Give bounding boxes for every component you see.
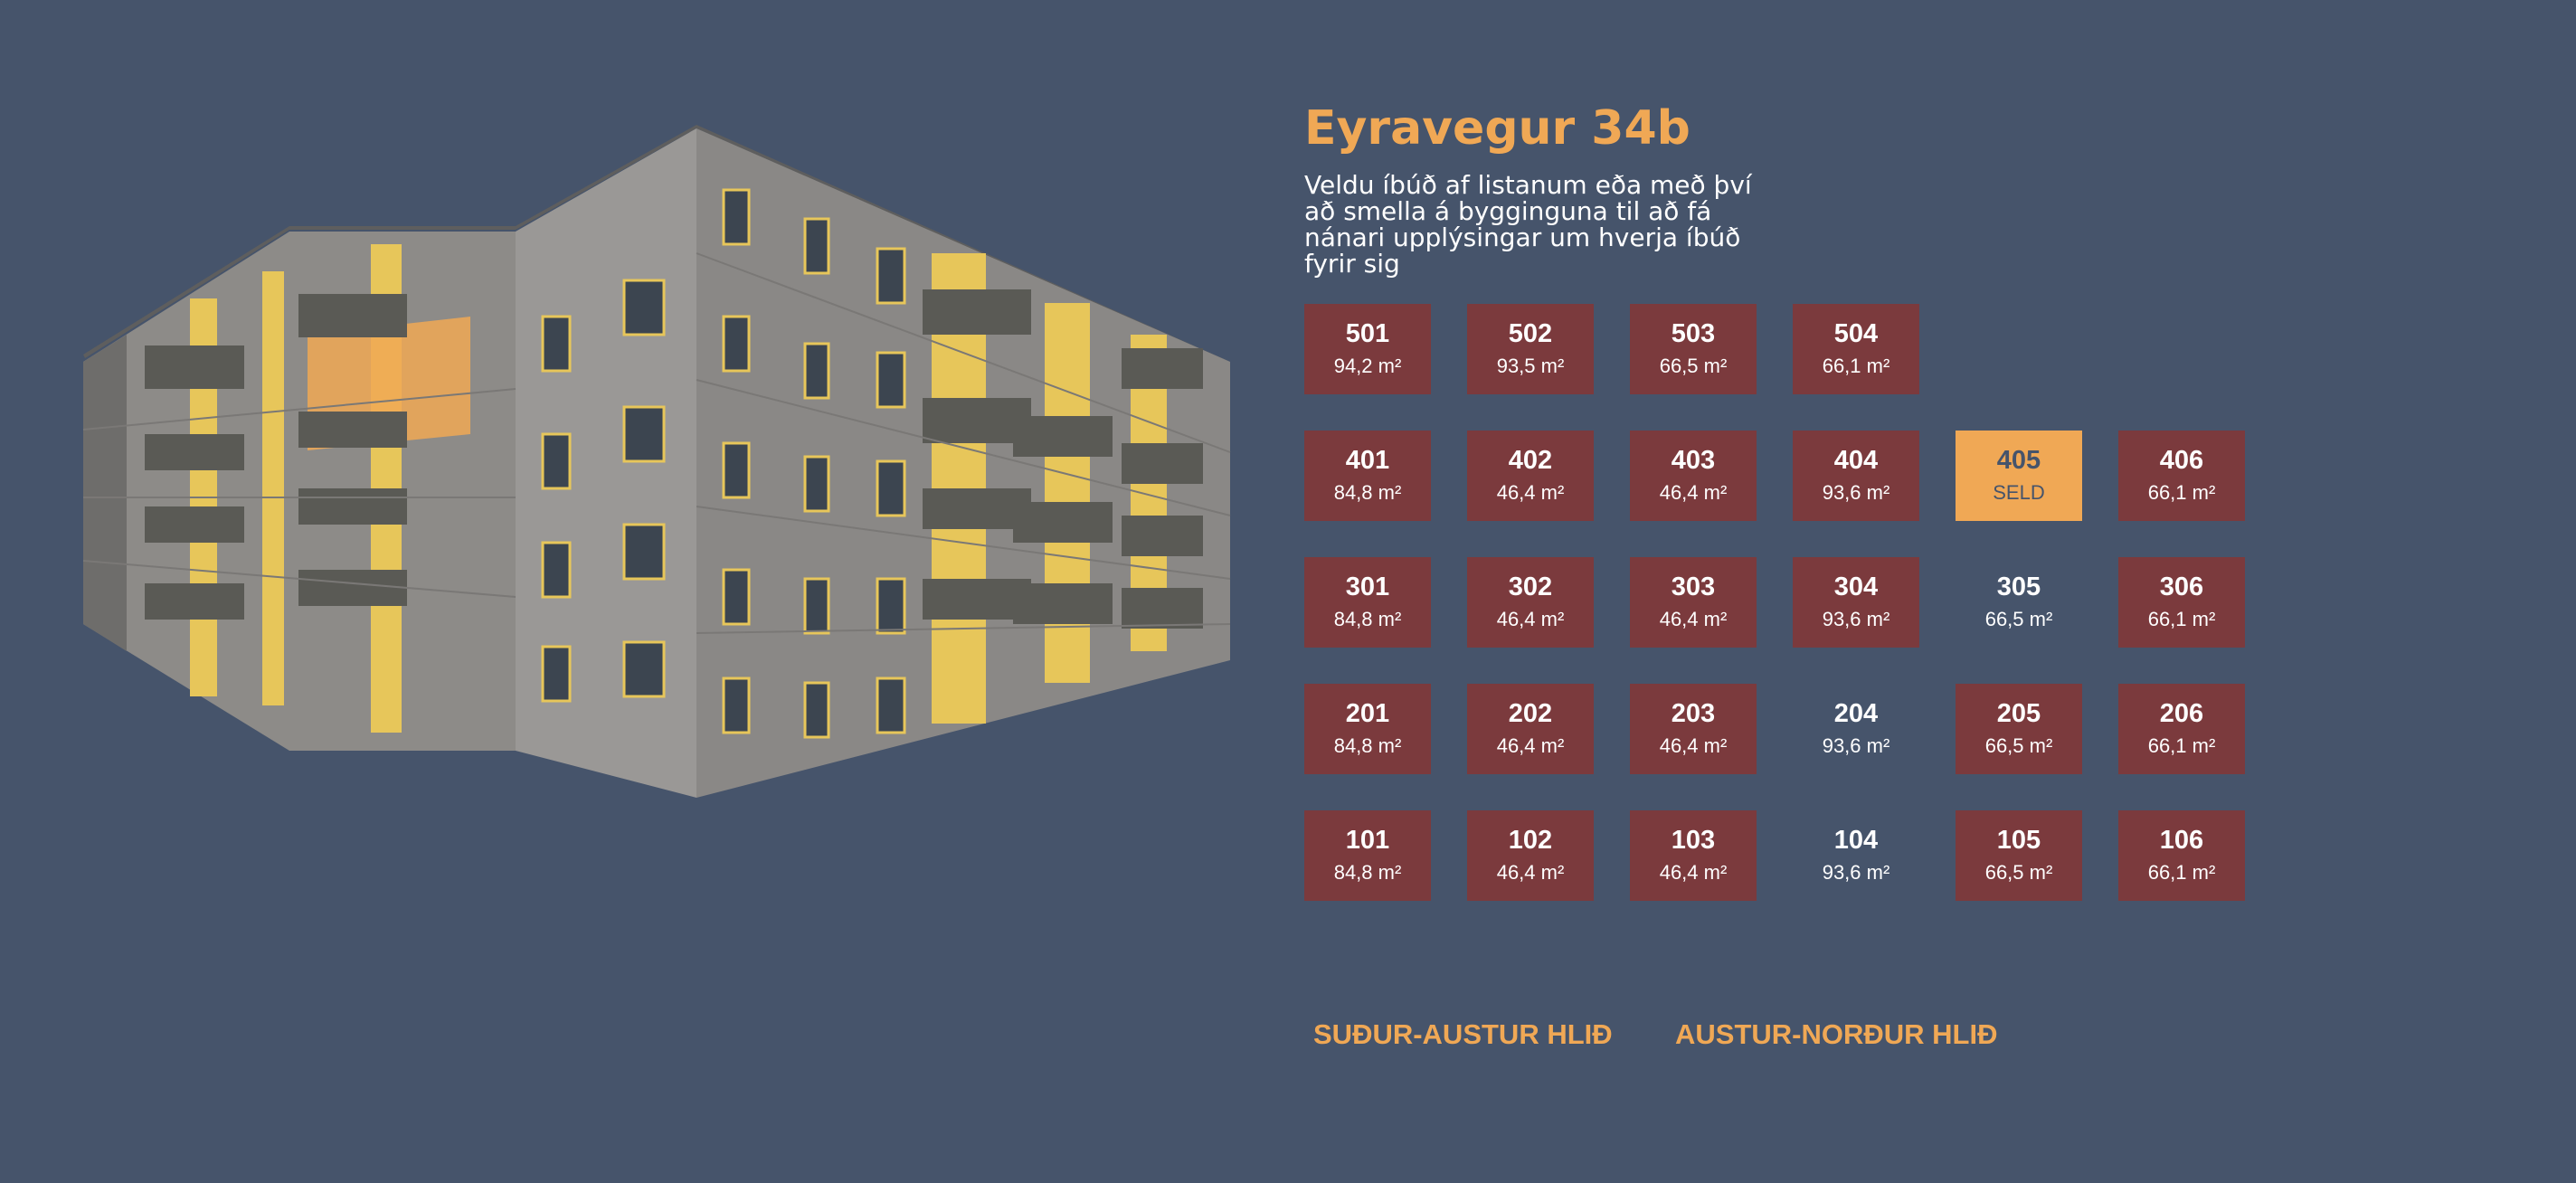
- apartment-size: 46,4 m²: [1496, 861, 1565, 884]
- apartment-size: 46,4 m²: [1659, 608, 1728, 630]
- apartment-size: 46,4 m²: [1496, 481, 1565, 504]
- apartment-number: 401: [1345, 446, 1390, 475]
- apartment-302[interactable]: 302 46,4 m²: [1467, 557, 1594, 648]
- apartment-403[interactable]: 403 46,4 m²: [1630, 431, 1757, 521]
- apartment-number: 404: [1833, 446, 1879, 475]
- apartment-203[interactable]: 203 46,4 m²: [1630, 684, 1757, 774]
- apartment-number: 502: [1508, 319, 1553, 348]
- apartment-size: 93,6 m²: [1822, 481, 1890, 504]
- apartment-number: 301: [1345, 573, 1390, 601]
- apartment-number: 105: [1996, 826, 2041, 855]
- page-subtitle: Veldu íbúð af listanum eða með því að sm…: [1304, 170, 1752, 279]
- apartment-number: 402: [1508, 446, 1553, 475]
- apartment-size: 66,5 m²: [1984, 734, 2053, 757]
- apartment-number: 306: [2159, 573, 2204, 601]
- apartment-size: 66,5 m²: [1984, 861, 2053, 884]
- apartment-number: 102: [1508, 826, 1553, 855]
- apartment-205[interactable]: 205 66,5 m²: [1956, 684, 2082, 774]
- apartment-number: 504: [1833, 319, 1879, 348]
- apartment-size: 46,4 m²: [1496, 608, 1565, 630]
- page-title: Eyravegur 34b: [1304, 101, 1690, 156]
- apartment-501[interactable]: 501 94,2 m²: [1304, 304, 1431, 394]
- apartment-size: 66,5 m²: [1984, 608, 2053, 630]
- apartment-size: 66,1 m²: [2147, 608, 2216, 630]
- apartment-504[interactable]: 504 66,1 m²: [1793, 304, 1919, 394]
- apartment-size: 66,1 m²: [2147, 861, 2216, 884]
- apartment-201[interactable]: 201 84,8 m²: [1304, 684, 1431, 774]
- grid-spacer: [1956, 304, 2082, 394]
- apartment-size: 93,6 m²: [1822, 861, 1890, 884]
- apartment-305[interactable]: 305 66,5 m²: [1956, 557, 2082, 648]
- apartment-size: 66,1 m²: [2147, 481, 2216, 504]
- apartment-405[interactable]: 405 SELD: [1956, 431, 2082, 521]
- apartment-number: 104: [1833, 826, 1879, 855]
- apartment-406[interactable]: 406 66,1 m²: [2118, 431, 2245, 521]
- apartment-number: 205: [1996, 699, 2041, 728]
- apartment-206[interactable]: 206 66,1 m²: [2118, 684, 2245, 774]
- apartment-status: SELD: [1993, 481, 2045, 504]
- apartment-503[interactable]: 503 66,5 m²: [1630, 304, 1757, 394]
- view-northeast-link[interactable]: AUSTUR-NORÐUR HLIÐ: [1675, 1018, 1997, 1051]
- view-southeast-link[interactable]: SUÐUR-AUSTUR HLIÐ: [1313, 1018, 1613, 1051]
- apartment-number: 305: [1996, 573, 2041, 601]
- apartment-502[interactable]: 502 93,5 m²: [1467, 304, 1594, 394]
- apartment-size: 84,8 m²: [1333, 608, 1402, 630]
- apartment-301[interactable]: 301 84,8 m²: [1304, 557, 1431, 648]
- apartment-number: 302: [1508, 573, 1553, 601]
- apartment-102[interactable]: 102 46,4 m²: [1467, 810, 1594, 901]
- apartment-size: 93,6 m²: [1822, 608, 1890, 630]
- apartment-number: 201: [1345, 699, 1390, 728]
- apartment-103[interactable]: 103 46,4 m²: [1630, 810, 1757, 901]
- apartment-303[interactable]: 303 46,4 m²: [1630, 557, 1757, 648]
- apartment-106[interactable]: 106 66,1 m²: [2118, 810, 2245, 901]
- apartment-size: 84,8 m²: [1333, 861, 1402, 884]
- grid-spacer: [2118, 304, 2245, 394]
- apartment-number: 101: [1345, 826, 1390, 855]
- apartment-101[interactable]: 101 84,8 m²: [1304, 810, 1431, 901]
- apartment-number: 203: [1671, 699, 1716, 728]
- apartment-size: 66,1 m²: [1822, 355, 1890, 377]
- apartment-number: 206: [2159, 699, 2204, 728]
- apartment-number: 202: [1508, 699, 1553, 728]
- apartment-number: 405: [1996, 446, 2041, 475]
- apartment-401[interactable]: 401 84,8 m²: [1304, 431, 1431, 521]
- apartment-306[interactable]: 306 66,1 m²: [2118, 557, 2245, 648]
- apartment-105[interactable]: 105 66,5 m²: [1956, 810, 2082, 901]
- apartment-size: 46,4 m²: [1496, 734, 1565, 757]
- apartment-202[interactable]: 202 46,4 m²: [1467, 684, 1594, 774]
- apartment-size: 66,1 m²: [2147, 734, 2216, 757]
- apartment-size: 46,4 m²: [1659, 481, 1728, 504]
- apartment-number: 204: [1833, 699, 1879, 728]
- apartment-number: 403: [1671, 446, 1716, 475]
- apartment-number: 503: [1671, 319, 1716, 348]
- apartment-size: 93,6 m²: [1822, 734, 1890, 757]
- apartment-number: 303: [1671, 573, 1716, 601]
- apartment-402[interactable]: 402 46,4 m²: [1467, 431, 1594, 521]
- apartment-204[interactable]: 204 93,6 m²: [1793, 684, 1919, 774]
- apartment-304[interactable]: 304 93,6 m²: [1793, 557, 1919, 648]
- building-illustration[interactable]: [72, 118, 1248, 814]
- apartment-size: 84,8 m²: [1333, 481, 1402, 504]
- apartment-number: 304: [1833, 573, 1879, 601]
- apartment-grid: 501 94,2 m² 502 93,5 m² 503 66,5 m² 504 66,1 m²…: [1304, 304, 2245, 901]
- apartment-size: 94,2 m²: [1333, 355, 1402, 377]
- apartment-404[interactable]: 404 93,6 m²: [1793, 431, 1919, 521]
- apartment-size: 84,8 m²: [1333, 734, 1402, 757]
- apartment-104[interactable]: 104 93,6 m²: [1793, 810, 1919, 901]
- apartment-number: 406: [2159, 446, 2204, 475]
- apartment-size: 93,5 m²: [1496, 355, 1565, 377]
- apartment-size: 66,5 m²: [1659, 355, 1728, 377]
- apartment-number: 103: [1671, 826, 1716, 855]
- apartment-size: 46,4 m²: [1659, 861, 1728, 884]
- apartment-number: 501: [1345, 319, 1390, 348]
- apartment-size: 46,4 m²: [1659, 734, 1728, 757]
- apartment-number: 106: [2159, 826, 2204, 855]
